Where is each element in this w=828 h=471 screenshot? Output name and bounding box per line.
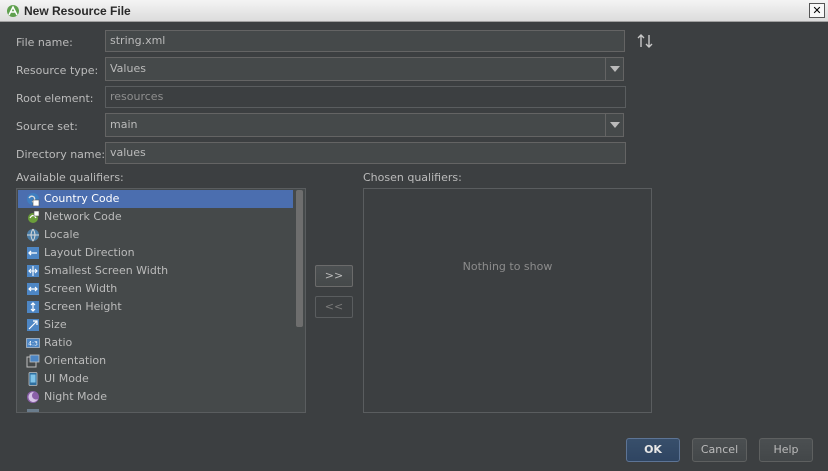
root-element-label: Root element: — [16, 92, 94, 105]
ui-mode-icon — [28, 372, 38, 386]
available-qualifiers-label: Available qualifiers: — [16, 171, 124, 184]
qualifier-item-ui-mode[interactable]: UI Mode — [18, 370, 293, 388]
qualifier-label: Ratio — [44, 336, 73, 349]
qualifier-label: Locale — [44, 228, 80, 241]
screen-width-icon — [27, 283, 39, 295]
qualifier-item-network-code[interactable]: Network Code — [18, 208, 293, 226]
density-icon — [27, 409, 39, 412]
help-button[interactable]: Help — [759, 438, 813, 462]
qualifier-label: Screen Width — [44, 282, 118, 295]
qualifier-label: Orientation — [44, 354, 107, 367]
svg-text:4:3: 4:3 — [28, 341, 38, 348]
qualifier-item-layout-direction[interactable]: Layout Direction — [18, 244, 293, 262]
qualifiers-scrollbar[interactable] — [294, 190, 304, 411]
ratio-icon: 4:3 — [26, 338, 40, 348]
remove-qualifier-button[interactable]: << — [315, 296, 353, 318]
source-set-value: main — [110, 118, 138, 131]
chevron-down-icon — [610, 66, 620, 72]
file-name-label: File name: — [16, 36, 73, 49]
file-name-input[interactable]: string.xml — [105, 30, 625, 52]
empty-state-text: Nothing to show — [462, 260, 553, 273]
screen-height-icon — [27, 301, 39, 313]
layout-direction-icon — [27, 247, 39, 259]
directory-name-label: Directory name: — [16, 148, 106, 161]
qualifier-item-night-mode[interactable]: Night Mode — [18, 388, 293, 406]
close-icon: ✕ — [812, 4, 822, 17]
directory-name-input[interactable]: values — [105, 142, 626, 164]
qualifier-item-partial[interactable] — [18, 406, 293, 412]
close-button[interactable]: ✕ — [809, 3, 825, 18]
qualifier-label: UI Mode — [44, 372, 89, 385]
cancel-button[interactable]: Cancel — [692, 438, 747, 462]
night-mode-icon — [27, 391, 39, 403]
sort-order-icon[interactable] — [636, 33, 654, 49]
qualifier-item-smallest-screen-width[interactable]: Smallest Screen Width — [18, 262, 293, 280]
qualifier-item-size[interactable]: Size — [18, 316, 293, 334]
source-set-dropdown[interactable] — [605, 114, 623, 136]
qualifier-label: Country Code — [44, 192, 120, 205]
orientation-icon — [26, 354, 40, 368]
title-bar: New Resource File ✕ — [0, 0, 828, 22]
resource-type-label: Resource type: — [16, 64, 99, 77]
qualifier-item-screen-width[interactable]: Screen Width — [18, 280, 293, 298]
source-set-select[interactable]: main — [105, 113, 624, 137]
network-code-icon — [28, 210, 40, 223]
country-code-icon — [27, 193, 40, 206]
root-element-input[interactable]: resources — [105, 86, 626, 108]
qualifier-item-locale[interactable]: Locale — [18, 226, 293, 244]
add-qualifier-button[interactable]: >> — [315, 265, 353, 287]
chosen-qualifiers-list[interactable]: Nothing to show — [363, 188, 652, 413]
resource-type-dropdown[interactable] — [605, 58, 623, 80]
chevron-down-icon — [610, 122, 620, 128]
available-qualifiers-list[interactable]: Country Code Network Code Locale Layout … — [16, 188, 306, 413]
ok-button[interactable]: OK — [626, 438, 680, 462]
qualifier-label: Size — [44, 318, 67, 331]
dialog-title: New Resource File — [24, 4, 131, 18]
size-icon — [27, 319, 39, 331]
resource-type-select[interactable]: Values — [105, 57, 624, 81]
resource-type-value: Values — [110, 62, 146, 75]
qualifier-label: Screen Height — [44, 300, 122, 313]
scroll-thumb[interactable] — [296, 190, 303, 327]
qualifier-item-screen-height[interactable]: Screen Height — [18, 298, 293, 316]
chosen-qualifiers-label: Chosen qualifiers: — [363, 171, 462, 184]
smallest-screen-width-icon — [27, 265, 39, 277]
qualifier-label: Layout Direction — [44, 246, 135, 259]
qualifier-label: Smallest Screen Width — [44, 264, 169, 277]
android-studio-icon — [7, 5, 19, 17]
qualifier-label: Night Mode — [44, 390, 108, 403]
qualifier-item-ratio[interactable]: 4:3 Ratio — [18, 334, 293, 352]
qualifier-label: Network Code — [44, 210, 122, 223]
locale-globe-icon — [27, 228, 39, 242]
qualifier-item-orientation[interactable]: Orientation — [18, 352, 293, 370]
qualifier-item-country-code[interactable]: Country Code — [18, 190, 293, 208]
source-set-label: Source set: — [16, 120, 78, 133]
